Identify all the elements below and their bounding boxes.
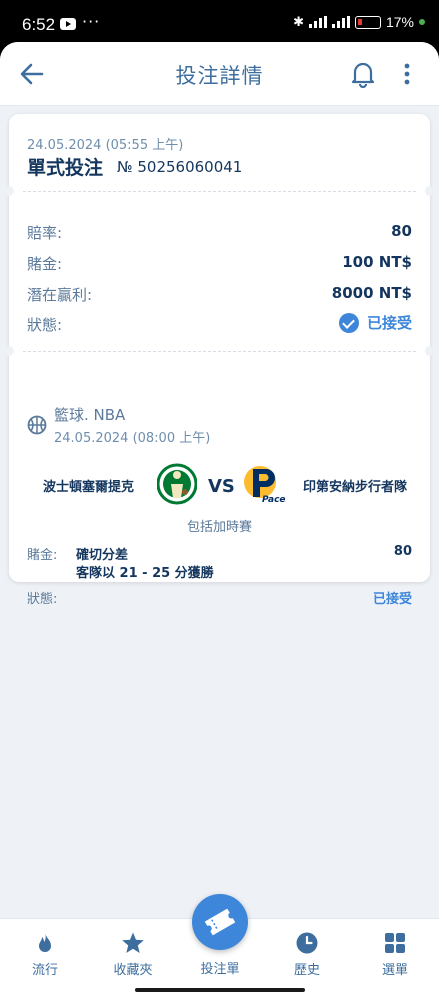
odds-value: 80: [391, 222, 412, 240]
odds-label: 賠率:: [27, 224, 63, 242]
app-screen: 投注詳情 24.05.2024 (05:55 上午) 單式投注 № 502560…: [0, 42, 439, 1000]
nav-label: 流行: [31, 963, 58, 978]
sport-league: 籃球. NBA: [54, 406, 126, 424]
ticket-icon: [204, 908, 236, 936]
pacers-logo-text: Pacers: [262, 495, 286, 504]
selection-status-label: 狀態:: [27, 592, 58, 607]
status-time: 6:52: [22, 15, 56, 34]
battery-icon: [354, 15, 381, 29]
card-notch: [4, 186, 14, 196]
bet-number: № 50256060041: [117, 158, 243, 176]
youtube-icon: [60, 18, 76, 30]
basketball-icon: [27, 415, 47, 435]
check-circle-icon: [338, 312, 359, 333]
nav-label: 歷史: [293, 963, 320, 978]
selection-odds: 80: [393, 544, 412, 559]
selection-outcome: 客隊以 21 - 25 分獲勝: [76, 566, 214, 581]
battery-level: 17%: [385, 14, 414, 30]
status-bar: 6:52 ··· ✱ 17%: [0, 0, 439, 48]
clock-icon: [296, 932, 318, 954]
card-notch: [425, 346, 435, 356]
away-team-name: 印第安納步行者隊: [303, 480, 408, 495]
grid-icon: [385, 933, 405, 953]
divider: [23, 351, 416, 352]
nav-popular[interactable]: 流行: [5, 919, 85, 989]
versus-label: VS: [208, 476, 235, 497]
status-badge: 已接受: [338, 312, 412, 333]
pacers-logo-icon: Pacers: [244, 466, 286, 504]
betslip-button[interactable]: [192, 894, 248, 950]
flame-icon: [39, 933, 51, 952]
status-value: 已接受: [366, 314, 412, 332]
card-notch: [425, 186, 435, 196]
betslip-label: 投注單: [200, 962, 240, 977]
nav-label: 選單: [381, 963, 408, 978]
status-indicators: ✱ 17%: [293, 14, 425, 30]
bet-date: 24.05.2024 (05:55 上午): [27, 138, 184, 153]
status-label: 狀態:: [27, 316, 63, 334]
stake-label: 賭金:: [27, 255, 63, 273]
nav-favorites[interactable]: 收藏夾: [93, 919, 173, 989]
star-icon: [122, 932, 144, 953]
bluetooth-icon: ✱: [293, 14, 304, 29]
home-indicator: [135, 988, 305, 992]
card-notch: [4, 346, 14, 356]
home-team-name: 波士頓塞爾提克: [43, 480, 135, 495]
nav-history[interactable]: 歷史: [267, 919, 347, 989]
selection-label: 賭金:: [27, 548, 58, 563]
top-bar: 投注詳情: [0, 42, 439, 106]
stake-value: 100 NT$: [342, 253, 412, 271]
status-more-dots: ···: [82, 12, 101, 31]
nav-label: 收藏夾: [113, 963, 153, 978]
nav-menu[interactable]: 選單: [355, 919, 435, 989]
bet-details-card: 24.05.2024 (05:55 上午) 單式投注 № 50256060041…: [4, 114, 435, 607]
potential-win-label: 潛在贏利:: [27, 286, 93, 304]
signal-icon: [331, 16, 350, 28]
signal-icon: [308, 16, 327, 28]
celtics-logo-icon: [157, 463, 197, 505]
selection-market: 確切分差: [76, 548, 129, 563]
divider: [23, 191, 416, 192]
more-vertical-icon[interactable]: [398, 62, 416, 86]
match-date: 24.05.2024 (08:00 上午): [54, 431, 211, 446]
potential-win-value: 8000 NT$: [331, 284, 412, 302]
overtime-note: 包括加時賽: [186, 520, 252, 535]
bet-type: 單式投注: [27, 157, 104, 179]
bell-icon[interactable]: [350, 60, 376, 88]
privacy-dot-icon: [419, 19, 425, 25]
selection-status: 已接受: [372, 592, 412, 607]
